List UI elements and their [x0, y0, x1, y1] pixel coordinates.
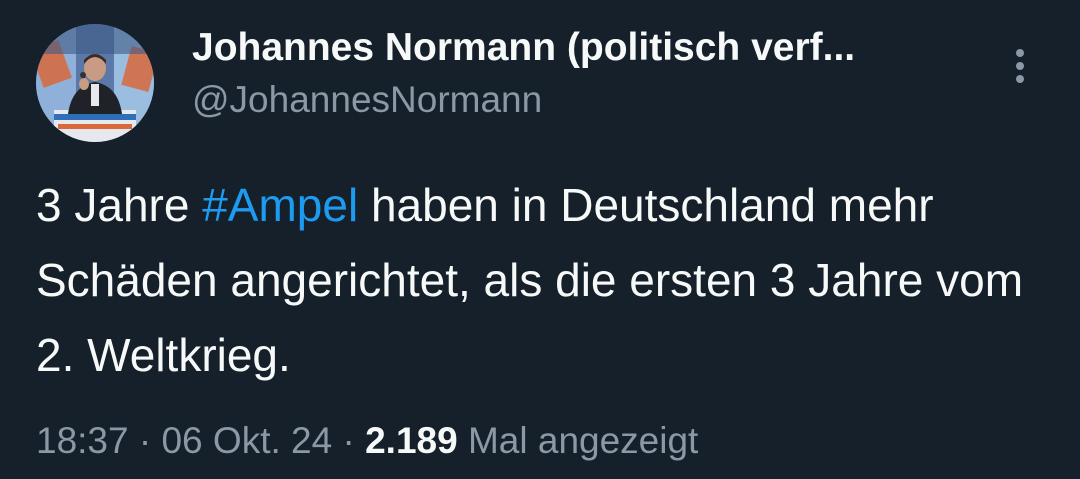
hashtag-link[interactable]: #Ampel: [202, 179, 358, 231]
tweet-date[interactable]: 06 Okt. 24: [161, 420, 332, 461]
meta-separator: ·: [128, 420, 162, 461]
more-dot: [1016, 75, 1024, 83]
author-handle[interactable]: @JohannesNormann: [192, 76, 972, 124]
more-options-icon[interactable]: [996, 38, 1044, 94]
views-count[interactable]: 2.189: [365, 420, 458, 461]
author-display-name[interactable]: Johannes Normann (politisch verf...: [192, 24, 972, 72]
tweet-card: Johannes Normann (politisch verf... @Joh…: [0, 0, 1080, 479]
tweet-text-start: 3 Jahre: [36, 179, 203, 231]
more-dot: [1016, 49, 1024, 57]
tweet-meta: 18:37 · 06 Okt. 24 · 2.189 Mal angezeigt: [36, 416, 698, 466]
more-dot: [1016, 62, 1024, 70]
avatar[interactable]: [36, 24, 154, 142]
tweet-text: 3 Jahre #Ampel haben in Deutschland mehr…: [36, 168, 1046, 393]
views-label: Mal angezeigt: [457, 420, 699, 461]
author-info: Johannes Normann (politisch verf... @Joh…: [192, 24, 972, 124]
meta-separator: ·: [332, 420, 366, 461]
tweet-time[interactable]: 18:37: [36, 420, 129, 461]
avatar-photo: [36, 24, 154, 142]
